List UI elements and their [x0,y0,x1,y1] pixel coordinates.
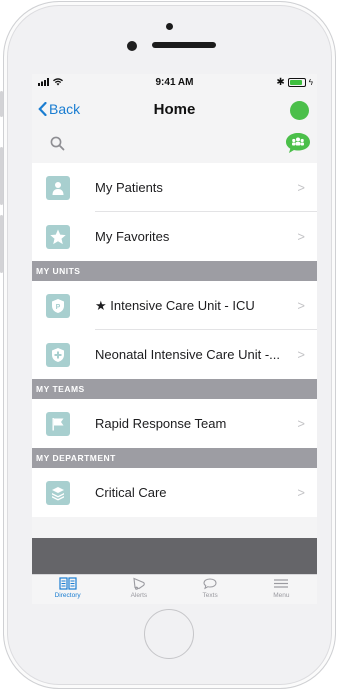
bluetooth-icon: ✱ [276,77,285,88]
tab-directory[interactable]: Directory [32,575,103,604]
status-right: ✱ ϟ [276,77,313,88]
group-chat-icon[interactable] [285,132,311,154]
front-camera [166,23,173,30]
tab-texts[interactable]: Texts [175,575,246,604]
unit-icon: P [46,293,70,318]
directory-icon [59,577,77,590]
list-item-label: ★ Intensive Care Unit - ICU [95,297,255,313]
patient-icon [46,175,70,200]
list-item-nicu[interactable]: Neonatal Intensive Care Unit -... > [32,330,317,379]
home-button[interactable] [144,609,194,659]
list-item-my-favorites[interactable]: My Favorites > [32,212,317,261]
list-item-label: My Favorites [95,229,170,244]
chevron-right-icon: > [297,298,305,313]
list-item-label: Rapid Response Team [95,416,227,431]
empty-list-area [32,538,317,574]
chevron-right-icon: > [297,229,305,244]
menu-icon [274,579,289,588]
list-item-my-patients[interactable]: My Patients > [32,163,317,212]
list-item-label: Neonatal Intensive Care Unit -... [95,347,280,362]
list-item-icu[interactable]: P ★ Intensive Care Unit - ICU > [32,281,317,330]
tab-alerts[interactable]: Alerts [103,575,174,604]
presence-status-indicator[interactable] [290,101,309,120]
proximity-sensor [127,41,137,51]
list-item-label: My Patients [95,180,163,195]
section-header-my-units: MY UNITS [32,261,317,281]
app-screen: 9:41 AM ✱ ϟ Back Home My Patients > My F… [32,74,317,604]
list-item-critical-care[interactable]: Critical Care > [32,468,317,517]
unit-icon [46,342,70,367]
status-bar: 9:41 AM ✱ ϟ [32,74,317,94]
earpiece-speaker [152,42,216,48]
battery-icon [287,78,306,87]
volume-down-button [0,215,3,273]
navigation-bar: Back Home [32,94,317,126]
star-icon [46,224,70,249]
directory-list: My Patients > My Favorites > MY UNITS P … [32,163,317,517]
status-time: 9:41 AM [155,77,194,88]
list-item-label: Critical Care [95,485,167,500]
chevron-right-icon: > [297,180,305,195]
tab-label: Menu [273,592,290,599]
list-item-rapid-response-team[interactable]: Rapid Response Team > [32,399,317,448]
section-header-my-teams: MY TEAMS [32,379,317,399]
search-bar [32,126,317,163]
chevron-right-icon: > [297,485,305,500]
tab-bar: Directory Alerts Texts Menu [32,574,317,604]
alerts-icon [133,577,145,590]
search-icon[interactable] [50,136,65,151]
svg-text:P: P [56,304,61,311]
chevron-right-icon: > [297,416,305,431]
tab-label: Directory [54,592,81,599]
tab-label: Texts [202,592,218,599]
volume-up-button [0,147,3,205]
flag-icon [46,411,70,436]
tab-label: Alerts [130,592,148,599]
texts-icon [203,578,217,590]
page-title: Home [153,101,196,118]
section-header-my-department: MY DEPARTMENT [32,448,317,468]
chevron-right-icon: > [297,347,305,362]
charging-icon: ϟ [308,78,313,87]
mute-switch [0,91,3,117]
tab-menu[interactable]: Menu [246,575,317,604]
department-icon [46,480,70,505]
